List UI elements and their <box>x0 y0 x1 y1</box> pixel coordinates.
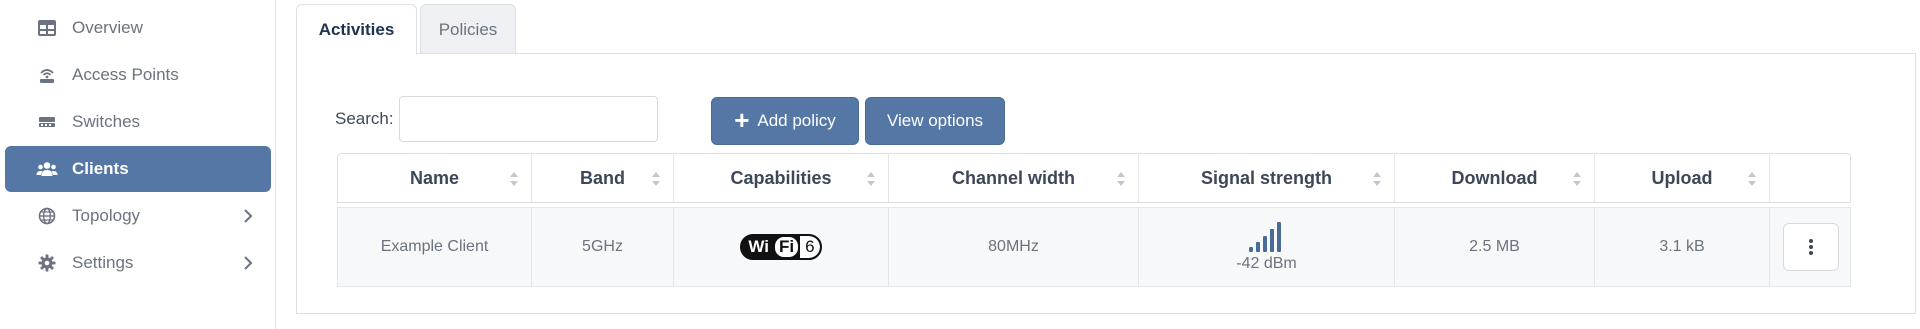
sort-icon <box>1117 172 1125 186</box>
table-row[interactable]: Example Client 5GHz Wi Fi 6 80MHz -42 dB… <box>337 207 1851 287</box>
sidebar-item-switches[interactable]: Switches <box>5 99 271 145</box>
cell-band: 5GHz <box>532 208 674 286</box>
tab-activities[interactable]: Activities <box>296 4 417 55</box>
main-content: Activities Policies Search: + Add policy… <box>296 0 1920 329</box>
sort-icon <box>510 172 518 186</box>
cell-signal-strength: -42 dBm <box>1139 208 1395 286</box>
column-header-channel-width[interactable]: Channel width <box>889 154 1139 202</box>
search-label: Search: <box>335 109 394 128</box>
sidebar-item-clients[interactable]: Clients <box>5 146 271 192</box>
add-policy-label: Add policy <box>757 111 836 130</box>
globe-icon <box>32 207 62 225</box>
cell-upload: 3.1 kB <box>1595 208 1770 286</box>
chevron-right-icon <box>243 208 253 229</box>
sidebar-item-access-points[interactable]: Access Points <box>5 52 271 98</box>
column-header-download[interactable]: Download <box>1395 154 1595 202</box>
column-header-signal-strength[interactable]: Signal strength <box>1139 154 1395 202</box>
cell-channel-width: 80MHz <box>889 208 1139 286</box>
sidebar-item-label: Settings <box>72 253 134 272</box>
cell-name: Example Client <box>338 208 532 286</box>
sidebar-item-settings[interactable]: Settings <box>5 240 271 286</box>
sort-icon <box>1573 172 1581 186</box>
table-header: Name Band Capabilities Channel width Sig… <box>337 153 1851 203</box>
sort-icon <box>867 172 875 186</box>
sidebar-item-label: Topology <box>72 206 141 225</box>
sort-icon <box>652 172 660 186</box>
sidebar-item-label: Overview <box>72 18 143 37</box>
sidebar-item-label: Clients <box>72 159 129 178</box>
plus-icon: + <box>734 105 750 135</box>
signal-value: -42 dBm <box>1236 255 1297 272</box>
sort-icon <box>1373 172 1381 186</box>
sidebar-item-overview[interactable]: Overview <box>5 5 271 51</box>
signal-bars-icon <box>1248 222 1281 252</box>
column-header-name[interactable]: Name <box>338 154 532 202</box>
sidebar-item-topology[interactable]: Topology <box>5 193 271 239</box>
search-input[interactable] <box>399 96 658 142</box>
view-options-button[interactable]: View options <box>865 97 1005 145</box>
column-header-capabilities[interactable]: Capabilities <box>674 154 889 202</box>
column-header-actions <box>1770 154 1852 202</box>
sidebar-item-label: Switches <box>72 112 141 131</box>
tab-policies[interactable]: Policies <box>420 4 516 54</box>
cell-download: 2.5 MB <box>1395 208 1595 286</box>
row-actions-button[interactable] <box>1783 223 1839 271</box>
kebab-menu-icon <box>1809 239 1813 255</box>
users-icon <box>32 161 62 177</box>
chevron-right-icon <box>243 255 253 276</box>
gear-icon <box>32 254 62 272</box>
tab-panel: Search: + Add policy View options Name B… <box>296 53 1916 314</box>
sidebar-item-label: Access Points <box>72 65 179 84</box>
wifi-6-icon: Wi Fi 6 <box>740 234 822 260</box>
switch-icon <box>32 115 62 129</box>
cell-actions <box>1770 208 1852 286</box>
column-header-upload[interactable]: Upload <box>1595 154 1770 202</box>
sidebar: Overview Access Points Switches Clients … <box>0 0 276 329</box>
table-grid-icon <box>32 20 62 36</box>
sort-icon <box>1748 172 1756 186</box>
cell-capabilities: Wi Fi 6 <box>674 208 889 286</box>
access-point-icon <box>32 66 62 84</box>
add-policy-button[interactable]: + Add policy <box>711 97 859 145</box>
column-header-band[interactable]: Band <box>532 154 674 202</box>
